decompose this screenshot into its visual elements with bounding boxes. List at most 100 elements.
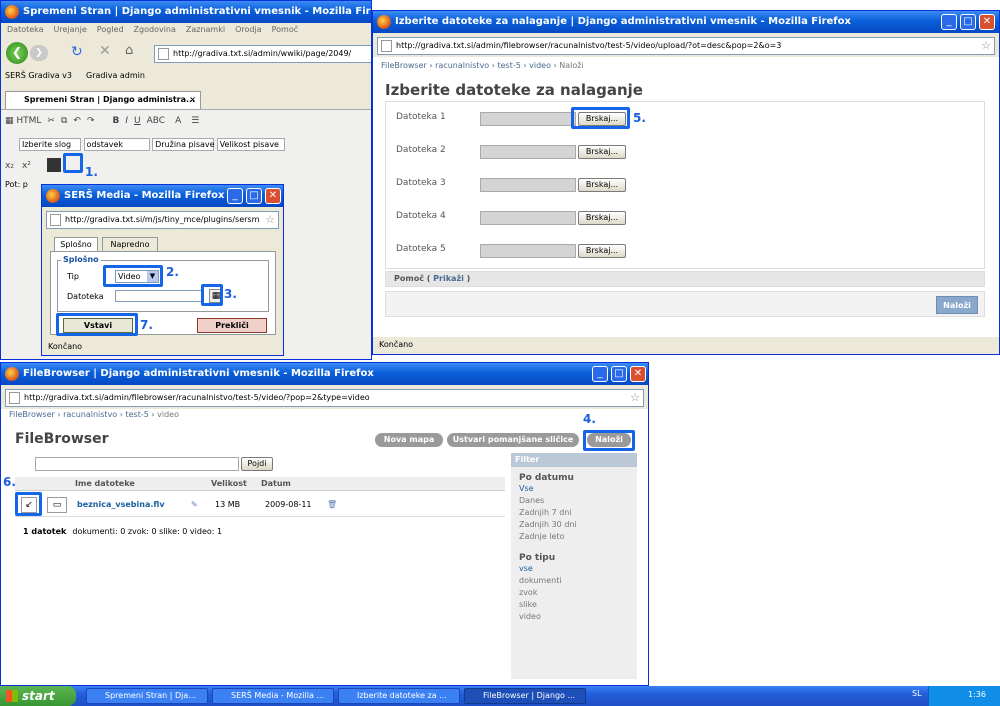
taskbar-item-1[interactable]: Spremeni Stran | Dja... — [86, 688, 208, 704]
fb-url-bar[interactable]: http://gradiva.txt.si/admin/filebrowser/… — [5, 389, 644, 407]
file-input[interactable] — [480, 145, 576, 159]
browse-button[interactable]: Brskaj... — [578, 178, 626, 192]
reload-icon[interactable]: ↻ — [71, 44, 83, 60]
close-button[interactable]: ✕ — [265, 188, 281, 204]
language-indicator[interactable]: SL — [912, 689, 922, 698]
select-style[interactable]: Izberite slog — [19, 138, 81, 151]
bookmark-star-icon[interactable]: ☆ — [981, 38, 991, 54]
new-folder-button[interactable]: Nova mapa — [375, 433, 443, 447]
file-input[interactable] — [480, 112, 576, 126]
file-input[interactable] — [480, 178, 576, 192]
menu-zaznamki[interactable]: Zaznamki — [186, 25, 225, 34]
crumb-test5[interactable]: test-5 — [498, 61, 521, 70]
taskbar-item-2[interactable]: SERŠ Media - Mozilla ... — [212, 688, 334, 704]
browse-button[interactable]: Brskaj... — [578, 145, 626, 159]
stop-icon[interactable]: ✕ — [99, 43, 111, 59]
browse-button[interactable]: Brskaj... — [578, 244, 626, 258]
date-filter-item[interactable]: Zadnje leto — [519, 531, 637, 543]
media-tab-napredno[interactable]: Napredno — [102, 237, 158, 251]
media-insert-icon[interactable] — [46, 158, 61, 172]
italic-icon[interactable]: I — [125, 116, 128, 126]
close-button[interactable]: ✕ — [630, 366, 646, 382]
undo-icon[interactable]: ↶ — [73, 116, 81, 126]
type-filter-item[interactable]: video — [519, 611, 637, 623]
media-url-bar[interactable]: http://gradiva.txt.si/m/js/tiny_mce/plug… — [46, 211, 279, 229]
menu-datoteka[interactable]: Datoteka — [7, 25, 44, 34]
subscript-icon[interactable]: x₂ — [5, 161, 14, 171]
bookmark-star-icon[interactable]: ☆ — [630, 390, 640, 406]
menu-urejanje[interactable]: Urejanje — [54, 25, 87, 34]
font-color-icon[interactable]: A — [175, 116, 181, 126]
media-tab-splosno[interactable]: Splošno — [54, 237, 98, 251]
cancel-button[interactable]: Prekliči — [197, 318, 267, 333]
main-url-bar[interactable]: http://gradiva.txt.si/admin/wwiki/page/2… — [154, 45, 371, 63]
bookmark-2[interactable]: Gradiva admin — [86, 71, 145, 80]
make-thumbnails-button[interactable]: Ustvari pomanjšane sličice — [447, 433, 579, 447]
superscript-icon[interactable]: x² — [22, 161, 31, 171]
type-filter-item[interactable]: vse — [519, 563, 637, 575]
taskbar-item-3[interactable]: Izberite datoteke za ... — [338, 688, 460, 704]
upload-submit-button[interactable]: Naloži — [936, 296, 978, 314]
maximize-button[interactable]: □ — [246, 188, 262, 204]
maximize-button[interactable]: □ — [611, 366, 627, 382]
redo-icon[interactable]: ↷ — [87, 116, 95, 126]
forward-button[interactable]: ❯ — [30, 45, 48, 61]
file-input[interactable] — [480, 211, 576, 225]
date-filter-item[interactable]: Danes — [519, 495, 637, 507]
copy-icon[interactable]: ⧉ — [61, 116, 67, 126]
col-size[interactable]: Velikost — [211, 477, 247, 491]
crumb-test5[interactable]: test-5 — [126, 410, 149, 419]
bold-icon[interactable]: B — [113, 116, 120, 126]
list-icon[interactable]: ☰ — [191, 116, 199, 126]
file-name-link[interactable]: beznica_vsebina.flv — [77, 493, 165, 517]
browser-tab[interactable]: Spremeni Stran | Django administra... × — [5, 91, 201, 109]
select-font-size[interactable]: Velikost pisave — [216, 138, 285, 151]
select-paragraph[interactable]: odstavek — [83, 138, 150, 151]
menu-pogled[interactable]: Pogled — [97, 25, 124, 34]
fb-titlebar[interactable]: FileBrowser | Django administrativni vme… — [1, 363, 648, 385]
col-name[interactable]: Ime datoteke — [75, 477, 135, 491]
crumb-filebrowser[interactable]: FileBrowser — [381, 61, 427, 70]
type-filter-item[interactable]: zvok — [519, 587, 637, 599]
tab-close-icon[interactable]: × — [189, 92, 196, 108]
main-titlebar[interactable]: Spremeni Stran | Django administrativni … — [1, 1, 371, 23]
date-filter-item[interactable]: Zadnjih 30 dni — [519, 519, 637, 531]
search-go-button[interactable]: Pojdi — [241, 457, 273, 471]
strike-icon[interactable]: ABC — [147, 116, 165, 126]
type-filter-item[interactable]: dokumenti — [519, 575, 637, 587]
date-filter-item[interactable]: Vse — [519, 483, 637, 495]
select-font-family[interactable]: Družina pisave — [152, 138, 215, 151]
col-date[interactable]: Datum — [261, 477, 291, 491]
start-button[interactable]: start — [0, 686, 76, 706]
delete-icon[interactable]: 🗑 — [327, 493, 337, 517]
type-filter-item[interactable]: slike — [519, 599, 637, 611]
minimize-button[interactable]: _ — [227, 188, 243, 204]
back-button[interactable]: ❮ — [6, 42, 28, 64]
edit-icon[interactable]: ✎ — [191, 493, 198, 517]
file-path-input[interactable] — [115, 290, 203, 302]
menu-pomoc[interactable]: Pomoč — [272, 25, 299, 34]
crumb-video[interactable]: video — [529, 61, 551, 70]
taskbar-item-4[interactable]: FileBrowser | Django ... — [464, 688, 586, 704]
crumb-filebrowser[interactable]: FileBrowser — [9, 410, 55, 419]
bookmark-star-icon[interactable]: ☆ — [265, 212, 275, 228]
html-icon[interactable]: ▦ HTML — [5, 116, 41, 126]
crumb-racunalnistvo[interactable]: racunalnistvo — [435, 61, 489, 70]
maximize-button[interactable]: □ — [960, 14, 976, 30]
minimize-button[interactable]: _ — [592, 366, 608, 382]
upload-titlebar[interactable]: Izberite datoteke za nalaganje | Django … — [373, 11, 999, 33]
menu-orodja[interactable]: Orodja — [235, 25, 262, 34]
bookmark-1[interactable]: SERŠ Gradiva v3 — [5, 71, 72, 80]
cut-icon[interactable]: ✂ — [47, 116, 55, 126]
underline-icon[interactable]: U — [134, 116, 141, 126]
upload-url-bar[interactable]: http://gradiva.txt.si/admin/filebrowser/… — [377, 37, 995, 55]
home-icon[interactable]: ⌂ — [125, 43, 133, 58]
search-input[interactable] — [35, 457, 239, 471]
file-input[interactable] — [480, 244, 576, 258]
close-button[interactable]: ✕ — [979, 14, 995, 30]
minimize-button[interactable]: _ — [941, 14, 957, 30]
date-filter-item[interactable]: Zadnjih 7 dni — [519, 507, 637, 519]
menu-zgodovina[interactable]: Zgodovina — [134, 25, 176, 34]
browse-button[interactable]: Brskaj... — [578, 211, 626, 225]
show-help-link[interactable]: Prikaži — [433, 274, 464, 283]
